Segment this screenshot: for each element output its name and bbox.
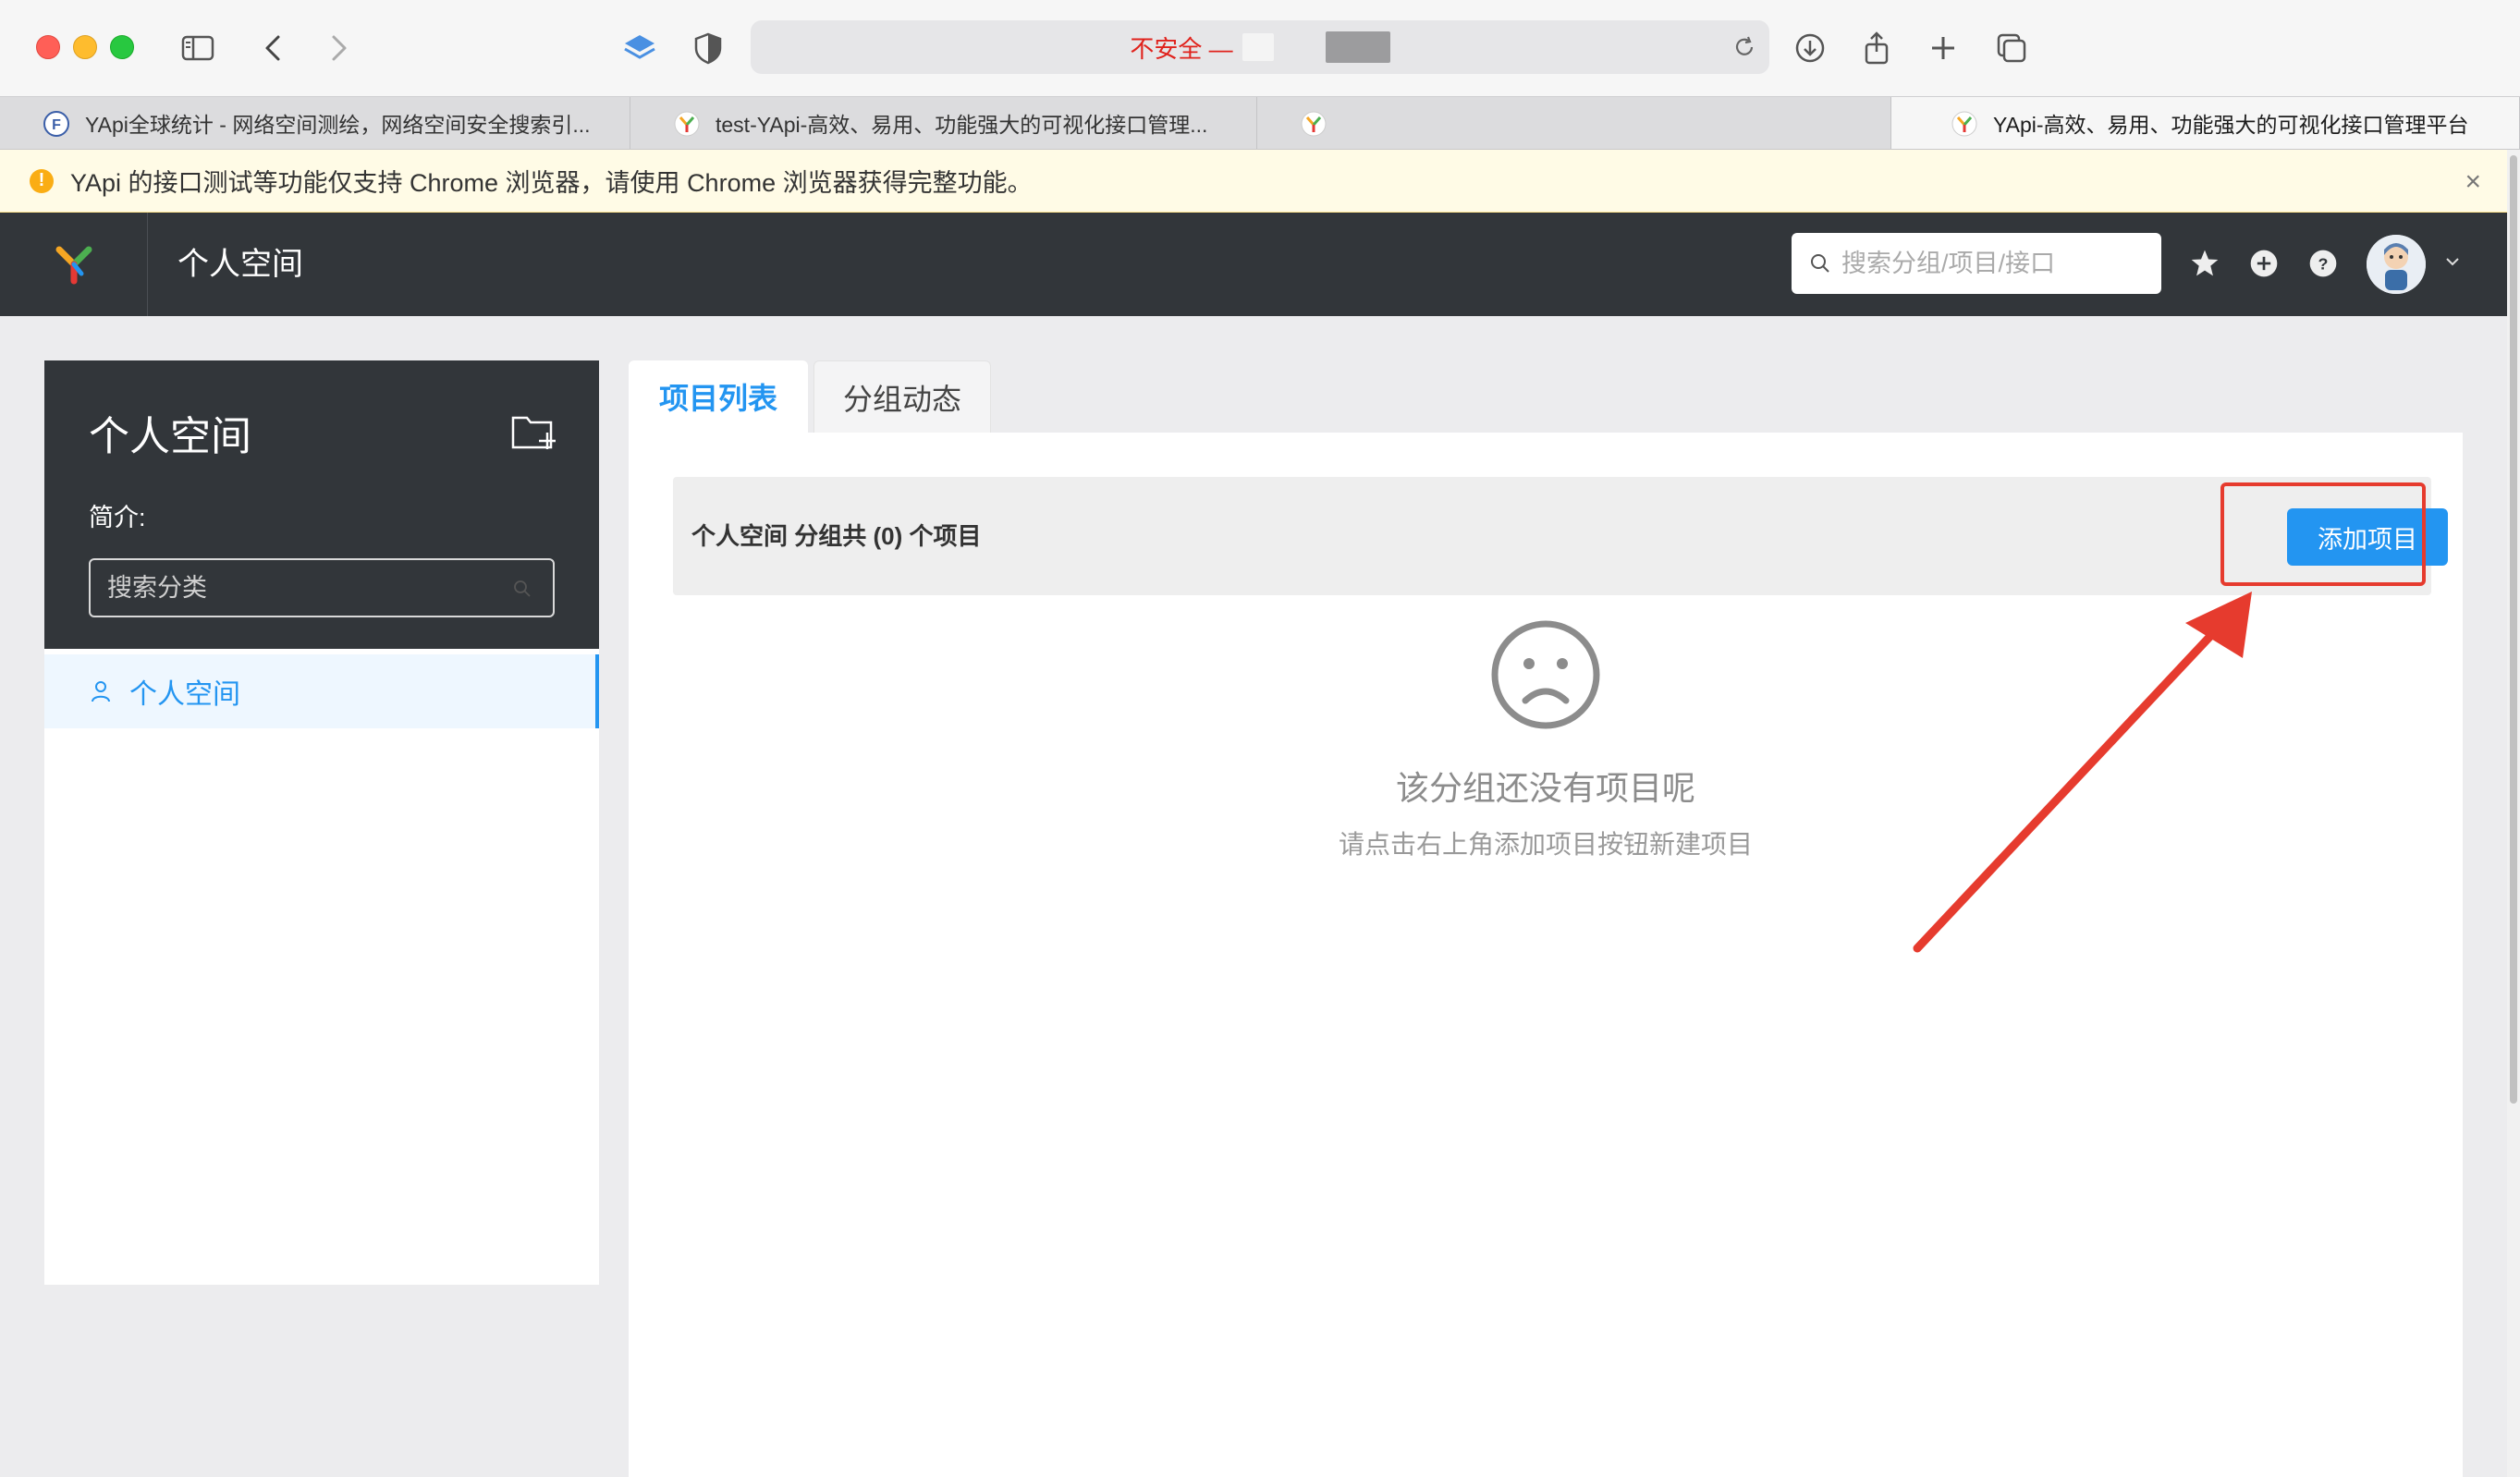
avatar-icon: [2367, 235, 2426, 294]
yapi-icon: [1301, 111, 1327, 137]
sidebar-item-label: 个人空间: [129, 679, 240, 710]
download-icon[interactable]: [1790, 28, 1830, 68]
empty-title: 该分组还没有项目呢: [1395, 769, 1695, 807]
svg-text:F: F: [52, 117, 61, 133]
tab-project-list[interactable]: 项目列表: [629, 360, 808, 433]
search-icon: [1811, 254, 1829, 273]
tab-label: YApi全球统计 - 网络空间测绘，网络空间安全搜索引...: [85, 113, 591, 137]
sad-face-icon: [1491, 620, 1600, 729]
browser-tab[interactable]: F YApi全球统计 - 网络空间测绘，网络空间安全搜索引...: [0, 97, 630, 149]
yapi-logo-icon: [55, 246, 92, 285]
address-bar[interactable]: 不安全 —: [751, 20, 1769, 74]
sidebar-item-personal-space[interactable]: 个人空间: [44, 654, 599, 728]
project-list-header: 个人空间 分组共 (0) 个项目 添加项目: [673, 477, 2448, 595]
address-text: 不安全 —: [1130, 34, 1233, 63]
reload-icon[interactable]: [1731, 33, 1758, 61]
project-list-panel: 个人空间 分组共 (0) 个项目 添加项目 该分组还没有项目呢 请点击右上角添加…: [629, 433, 2463, 1477]
yapi-icon: [1951, 111, 1977, 137]
search-icon: [514, 580, 531, 597]
global-search-input[interactable]: [1841, 249, 2137, 278]
sidebar-toggle-icon[interactable]: [177, 28, 218, 68]
forward-icon[interactable]: [318, 28, 359, 68]
help-icon[interactable]: ?: [2306, 246, 2341, 281]
group-info: 个人空间 简介:: [44, 360, 599, 649]
category-search[interactable]: [89, 558, 555, 617]
browser-warning-banner: ! YApi 的接口测试等功能仅支持 Chrome 浏览器，请使用 Chrome…: [0, 150, 2507, 213]
project-count-text: 个人空间 分组共 (0) 个项目: [691, 522, 982, 550]
fofa-icon: F: [43, 111, 69, 137]
group-sidebar: 个人空间 简介: 个人空间: [44, 360, 599, 1285]
browser-tab-active[interactable]: YApi-高效、易用、功能强大的可视化接口管理平台: [1891, 97, 2520, 149]
global-search[interactable]: [1792, 233, 2161, 294]
extension-layers-icon[interactable]: [619, 28, 660, 68]
browser-tab[interactable]: [1257, 97, 1891, 149]
tab-label: YApi-高效、易用、功能强大的可视化接口管理平台: [1993, 113, 2469, 137]
tab-group-activity[interactable]: 分组动态: [813, 360, 991, 433]
zoom-window-button[interactable]: [110, 35, 134, 59]
tab-label: test-YApi-高效、易用、功能强大的可视化接口管理...: [716, 113, 1208, 137]
header-title: 个人空间: [177, 247, 303, 282]
empty-description: 请点击右上角添加项目按钮新建项目: [1338, 830, 1753, 859]
svg-text:?: ?: [2318, 254, 2329, 273]
privacy-shield-icon[interactable]: [688, 28, 728, 68]
back-icon[interactable]: [253, 28, 294, 68]
yapi-logo[interactable]: [0, 213, 148, 316]
app-header: 个人空间 ?: [0, 213, 2507, 316]
group-desc-label: 简介:: [89, 504, 146, 531]
user-avatar[interactable]: [2367, 235, 2426, 294]
folder-add-icon[interactable]: [510, 410, 558, 453]
close-icon[interactable]: ×: [2465, 166, 2481, 198]
browser-tab[interactable]: test-YApi-高效、易用、功能强大的可视化接口管理...: [630, 97, 1257, 149]
add-project-button[interactable]: 添加项目: [2287, 508, 2448, 566]
user-icon: [92, 681, 110, 702]
page-scrollbar[interactable]: [2507, 150, 2520, 1477]
browser-titlebar: 不安全 —: [0, 0, 2520, 96]
warning-icon: !: [30, 168, 54, 193]
chevron-down-icon[interactable]: [2440, 250, 2465, 274]
scrollbar-thumb[interactable]: [2510, 155, 2517, 1104]
add-circle-icon[interactable]: [2246, 246, 2281, 281]
yapi-icon: [674, 111, 700, 137]
close-window-button[interactable]: [36, 35, 60, 59]
group-title: 个人空间: [89, 414, 251, 459]
new-tab-icon[interactable]: [1923, 28, 1963, 68]
browser-tab-bar: F YApi全球统计 - 网络空间测绘，网络空间安全搜索引... test-YA…: [0, 96, 2520, 150]
category-search-input[interactable]: [107, 573, 495, 603]
star-icon[interactable]: [2187, 246, 2222, 281]
minimize-window-button[interactable]: [73, 35, 97, 59]
share-icon[interactable]: [1856, 28, 1897, 68]
tab-overview-icon[interactable]: [1991, 28, 2032, 68]
banner-text: YApi 的接口测试等功能仅支持 Chrome 浏览器，请使用 Chrome 浏…: [70, 169, 1033, 197]
